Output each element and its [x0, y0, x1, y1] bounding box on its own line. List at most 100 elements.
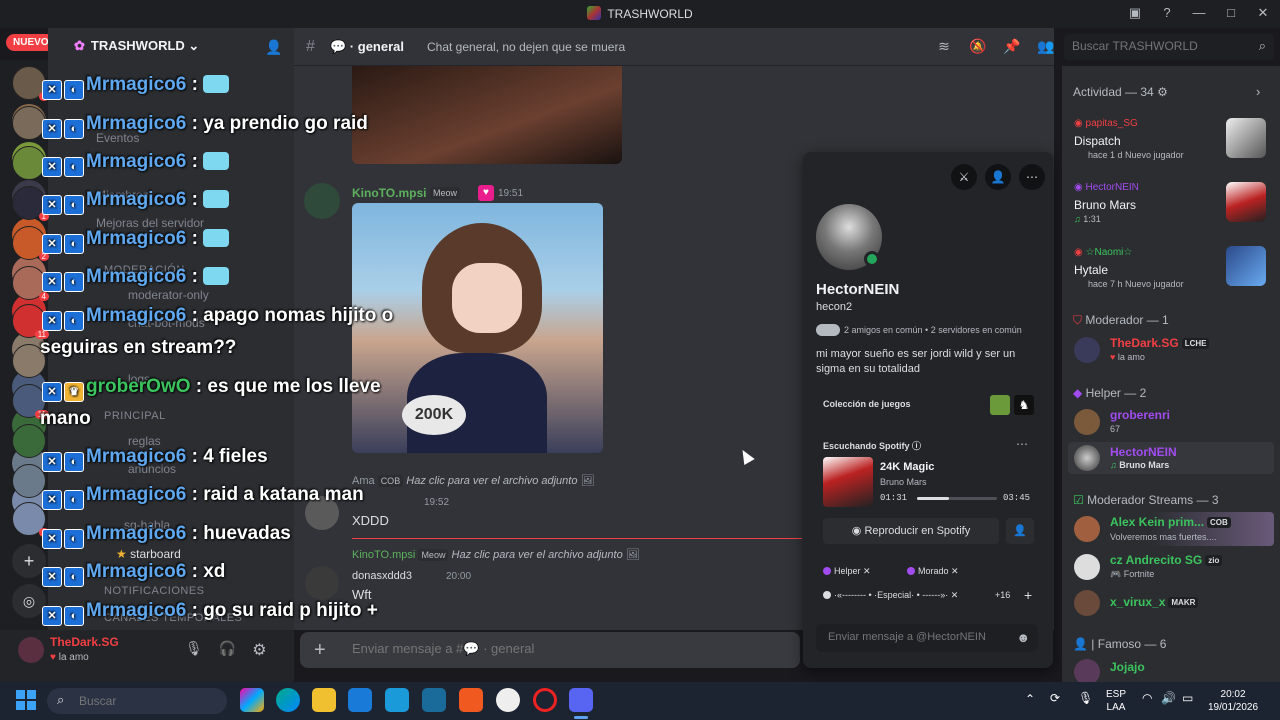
minecraft-icon[interactable] — [990, 395, 1010, 415]
sub-badge-icon: ◐ — [64, 234, 84, 254]
copilot-icon[interactable] — [240, 688, 264, 712]
remote-desktop-icon[interactable] — [422, 688, 446, 712]
avatar[interactable] — [1074, 409, 1100, 435]
role-color-dot — [823, 567, 831, 575]
edge-browser-icon[interactable] — [276, 688, 300, 712]
close-icon[interactable]: ✕ — [951, 566, 959, 576]
calculator-icon[interactable] — [385, 688, 409, 712]
avatar[interactable] — [1074, 337, 1100, 363]
mail-icon[interactable] — [348, 688, 372, 712]
role-chip[interactable]: ·«-------- • ·Especial· • ------»· ✕ — [823, 590, 958, 601]
activity-user[interactable]: ◉ ☆Naomi☆ — [1074, 247, 1132, 258]
member-name[interactable]: x_virux_x MAKR — [1110, 595, 1199, 609]
member-name[interactable]: TheDark.SG LCHE — [1110, 336, 1210, 350]
avatar[interactable] — [1074, 516, 1100, 542]
activity-user[interactable]: ◉ HectorNEIN — [1074, 182, 1139, 193]
track-elapsed: 01:31 — [880, 493, 908, 503]
message-composer[interactable]: + — [300, 632, 800, 668]
volume-icon[interactable]: 🔊 — [1161, 692, 1176, 705]
member-name[interactable]: HectorNEIN — [1110, 445, 1177, 459]
windows-start-icon[interactable] — [16, 690, 36, 710]
overlay-message: ✕ ◐ Mrmagico6 : raid a katana man — [42, 484, 364, 510]
activity-user[interactable]: ◉ papitas_SG — [1074, 118, 1138, 129]
opera-gx-icon[interactable] — [533, 688, 557, 712]
search-box[interactable]: ⌕ — [1064, 34, 1274, 60]
headphones-icon[interactable]: 🎧 — [219, 640, 236, 660]
microphone-icon[interactable]: 🎙 — [185, 640, 203, 660]
profile-message-box[interactable]: ☻ — [816, 624, 1038, 652]
activity-thumbnail[interactable] — [1226, 246, 1266, 286]
threads-icon[interactable]: ≋ — [935, 38, 953, 56]
spotify-more-icon[interactable]: ⋯ — [1016, 437, 1028, 451]
pin-icon[interactable]: 📌 — [1003, 38, 1021, 56]
keyboard-language[interactable]: ESP LAA — [1106, 688, 1126, 714]
minimize-button[interactable]: — — [1190, 4, 1208, 22]
checkbox-icon: ☑ — [1073, 493, 1084, 507]
user-name[interactable]: TheDark.SG — [50, 635, 119, 649]
profile-message-input[interactable] — [828, 631, 1008, 643]
user-icon: 👤 — [1073, 637, 1088, 651]
sword-icon[interactable]: ⚔ — [951, 164, 977, 190]
mutual-info[interactable]: 2 amigos en común • 2 servidores en comú… — [844, 325, 1022, 335]
avatar[interactable] — [1074, 445, 1100, 471]
listen-along-button[interactable]: 👤 — [1006, 518, 1034, 544]
add-member-icon[interactable]: 👤 — [265, 39, 282, 56]
avatar[interactable] — [1074, 554, 1100, 580]
emote-icon — [203, 152, 230, 170]
settings-gear-icon[interactable]: ⚙ — [252, 640, 266, 660]
more-options-icon[interactable]: ⋯ — [1019, 164, 1045, 190]
add-role-icon[interactable]: + — [1024, 587, 1032, 603]
overlay-message: seguiras en stream?? — [40, 337, 237, 358]
member-name[interactable]: groberenri — [1110, 408, 1170, 422]
gear-icon[interactable]: ⚙ — [1157, 85, 1168, 99]
member-name[interactable]: cz Andrecito SG zio — [1110, 553, 1223, 567]
close-button[interactable]: ✕ — [1254, 4, 1272, 22]
twitch-badge-icon: ✕ — [42, 490, 62, 510]
sub-badge-icon: ◐ — [64, 119, 84, 139]
notification-mute-icon[interactable]: 🔕 — [969, 38, 987, 56]
spotify-icon: ♫ — [1074, 214, 1081, 224]
attach-plus-icon[interactable]: + — [314, 639, 326, 662]
activity-thumbnail[interactable] — [1226, 182, 1266, 222]
add-friend-icon[interactable]: 👤 — [985, 164, 1011, 190]
inbox-icon[interactable]: ▣ — [1126, 4, 1144, 22]
discord-icon[interactable] — [569, 688, 593, 712]
member-name[interactable]: Jojajo — [1110, 660, 1145, 674]
sync-icon[interactable]: ⟳ — [1050, 692, 1060, 705]
clock[interactable]: 20:02 19/01/2026 — [1208, 688, 1258, 714]
search-input[interactable] — [1072, 39, 1242, 53]
taskbar-search-input[interactable] — [79, 694, 219, 708]
avatar: 4 — [12, 266, 49, 301]
hollow-knight-icon[interactable]: ♞ — [1014, 395, 1034, 415]
member-name[interactable]: Alex Kein prim... COB — [1110, 515, 1231, 529]
activity-thumbnail[interactable] — [1226, 118, 1266, 158]
help-icon[interactable]: ? — [1158, 4, 1176, 22]
wifi-icon[interactable]: ◠ — [1142, 692, 1152, 705]
avatar: 1 — [12, 186, 49, 221]
track-title[interactable]: 24K Magic — [880, 461, 934, 473]
battery-icon[interactable]: ▭ — [1182, 692, 1193, 705]
chevron-right-icon[interactable]: › — [1256, 84, 1260, 99]
chevron-up-icon[interactable]: ⌃ — [1025, 693, 1035, 706]
more-roles-count[interactable]: +16 — [995, 590, 1010, 600]
message-input[interactable] — [352, 641, 772, 656]
emoji-icon[interactable]: ☻ — [1016, 630, 1030, 645]
overlay-message: ✕ ◐ Mrmagico6 : — [42, 266, 230, 292]
server-header[interactable]: ✿ TRASHWORLD ⌄ — [74, 38, 199, 54]
role-chip[interactable]: Morado ✕ — [907, 566, 959, 577]
avatar[interactable] — [18, 637, 44, 663]
user-status: ♥ la amo — [50, 652, 89, 663]
file-explorer-icon[interactable] — [312, 688, 336, 712]
avatar[interactable] — [1074, 590, 1100, 616]
app-icon[interactable] — [496, 688, 520, 712]
brave-browser-icon[interactable] — [459, 688, 483, 712]
role-chip[interactable]: Helper ✕ — [823, 566, 871, 577]
close-icon[interactable]: ✕ — [863, 566, 871, 576]
taskbar-search[interactable]: ⌕ — [47, 688, 227, 714]
play-on-spotify-button[interactable]: ◉ Reproducir en Spotify — [823, 518, 999, 544]
track-artist[interactable]: Bruno Mars — [880, 477, 927, 487]
members-icon[interactable]: 👥 — [1037, 38, 1055, 56]
microphone-tray-icon[interactable]: 🎙 — [1078, 692, 1093, 705]
maximize-button[interactable]: □ — [1222, 4, 1240, 22]
close-icon[interactable]: ✕ — [951, 590, 959, 600]
